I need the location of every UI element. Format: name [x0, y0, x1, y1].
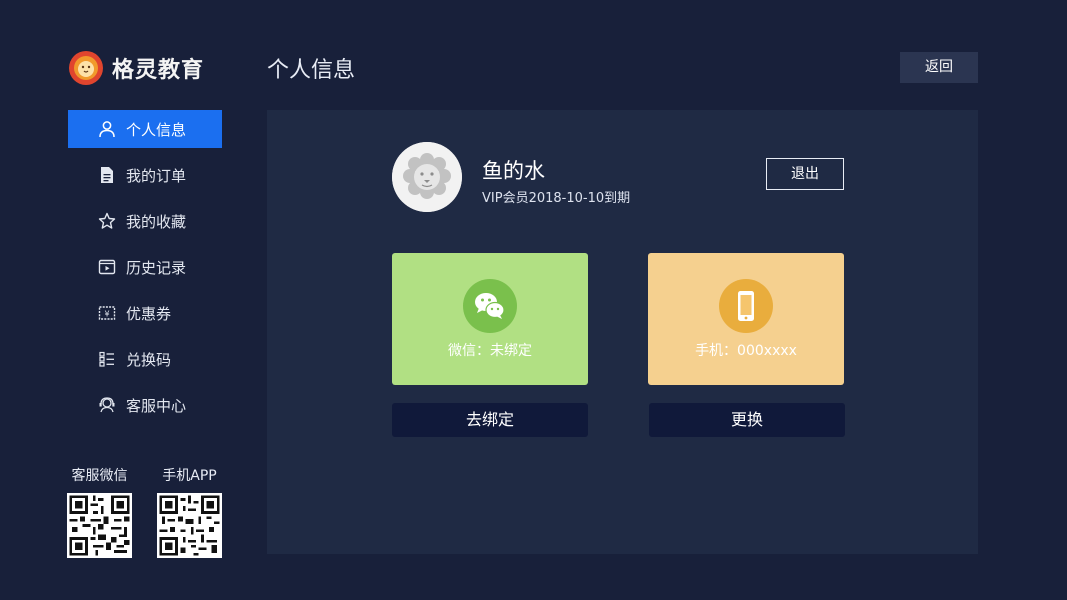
- sidebar-item-coupons[interactable]: ¥ 优惠券: [68, 294, 222, 332]
- star-icon: [98, 212, 116, 230]
- phone-status: 手机：000xxxx: [695, 343, 797, 359]
- back-button[interactable]: 返回: [900, 52, 978, 83]
- logout-button[interactable]: 退出: [766, 158, 844, 190]
- sidebar-item-profile[interactable]: 个人信息: [68, 110, 222, 148]
- sidebar-item-support[interactable]: 客服中心: [68, 386, 222, 424]
- history-icon: [98, 258, 116, 276]
- brand-name: 格灵教育: [112, 58, 205, 83]
- page-title: 个人信息: [267, 58, 356, 83]
- phone-icon: [719, 279, 773, 333]
- sidebar-item-label: 我的收藏: [126, 212, 187, 231]
- svg-text:¥: ¥: [104, 310, 109, 319]
- avatar: [392, 142, 462, 212]
- lion-logo-icon: [69, 51, 103, 85]
- brand-logo: 格灵教育: [68, 50, 204, 86]
- sidebar: 个人信息 我的订单 我的收藏 历史记录 ¥ 优惠券 兑换码 客服中心: [68, 110, 222, 432]
- document-icon: [98, 166, 116, 184]
- sidebar-item-favorites[interactable]: 我的收藏: [68, 202, 222, 240]
- user-icon: [98, 120, 116, 138]
- sidebar-item-label: 客服中心: [126, 396, 187, 415]
- sidebar-item-orders[interactable]: 我的订单: [68, 156, 222, 194]
- qr-code-icon: [67, 493, 132, 558]
- sidebar-item-history[interactable]: 历史记录: [68, 248, 222, 286]
- sidebar-item-label: 我的订单: [126, 166, 187, 185]
- qr-code-icon: [157, 493, 222, 558]
- wechat-status: 微信：未绑定: [448, 343, 532, 359]
- username: 鱼的水: [482, 159, 545, 183]
- vip-status: VIP会员2018-10-10到期: [482, 191, 631, 206]
- coupon-icon: ¥: [98, 304, 116, 322]
- sidebar-item-label: 历史记录: [126, 258, 187, 277]
- qr-app: 手机APP: [157, 465, 222, 562]
- wechat-binding-card: 微信：未绑定: [392, 253, 588, 385]
- wechat-icon: [463, 279, 517, 333]
- qr-label: 客服微信: [71, 468, 128, 484]
- qr-label: 手机APP: [162, 468, 217, 484]
- sidebar-item-label: 优惠券: [126, 304, 172, 323]
- sidebar-item-redeem-code[interactable]: 兑换码: [68, 340, 222, 378]
- lion-avatar-icon: [392, 142, 462, 212]
- sidebar-item-label: 兑换码: [126, 350, 172, 369]
- change-phone-button[interactable]: 更换: [649, 403, 845, 437]
- phone-binding-card: 手机：000xxxx: [648, 253, 844, 385]
- sidebar-item-label: 个人信息: [126, 120, 187, 139]
- bind-wechat-button[interactable]: 去绑定: [392, 403, 588, 437]
- qr-wechat: 客服微信: [67, 465, 132, 562]
- profile-panel: 鱼的水 VIP会员2018-10-10到期 退出 微信：未绑定 手机：000xx…: [267, 110, 978, 554]
- redeem-code-icon: [98, 350, 116, 368]
- support-icon: [98, 396, 116, 414]
